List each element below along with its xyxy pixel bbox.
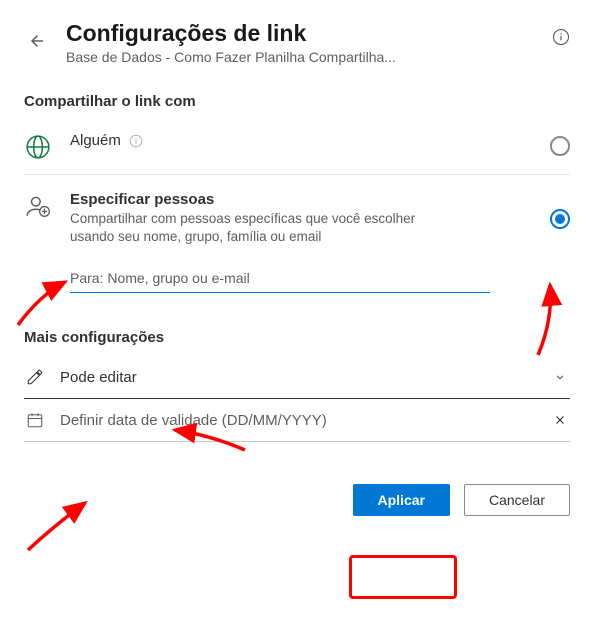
permission-label: Pode editar (60, 369, 536, 386)
annotation-highlight-box (349, 555, 457, 599)
pencil-icon (26, 368, 44, 386)
page-subtitle: Base de Dados - Como Fazer Planilha Comp… (66, 49, 536, 65)
person-add-icon (25, 193, 51, 219)
option-anyone-title: Alguém (70, 132, 121, 149)
info-icon (552, 28, 570, 46)
permission-dropdown[interactable]: Pode editar (24, 356, 570, 399)
share-section-label: Compartilhar o link com (24, 93, 570, 110)
more-settings-label: Mais configurações (24, 329, 570, 346)
cancel-button[interactable]: Cancelar (464, 484, 570, 516)
option-anyone[interactable]: Alguém (24, 126, 570, 175)
globe-icon (25, 134, 51, 160)
option-specific-title: Especificar pessoas (70, 191, 532, 208)
expiry-placeholder: Definir data de validade (DD/MM/YYYY) (60, 412, 536, 429)
arrow-left-icon (28, 32, 46, 50)
info-button[interactable] (552, 28, 570, 51)
chevron-down-icon (553, 370, 567, 384)
back-button[interactable] (24, 28, 50, 59)
close-icon (553, 413, 567, 427)
apply-button[interactable]: Aplicar (353, 484, 450, 516)
calendar-icon (26, 411, 44, 429)
expiry-input[interactable]: Definir data de validade (DD/MM/YYYY) (24, 399, 570, 442)
clear-expiry-button[interactable] (550, 413, 570, 427)
option-specific-desc: Compartilhar com pessoas específicas que… (70, 210, 450, 246)
info-icon (129, 134, 143, 148)
page-title: Configurações de link (66, 20, 536, 47)
option-specific-radio[interactable] (550, 209, 570, 229)
option-anyone-radio[interactable] (550, 136, 570, 156)
option-specific[interactable]: Especificar pessoas Compartilhar com pes… (24, 185, 570, 260)
to-input[interactable]: Para: Nome, grupo ou e-mail (70, 270, 570, 292)
